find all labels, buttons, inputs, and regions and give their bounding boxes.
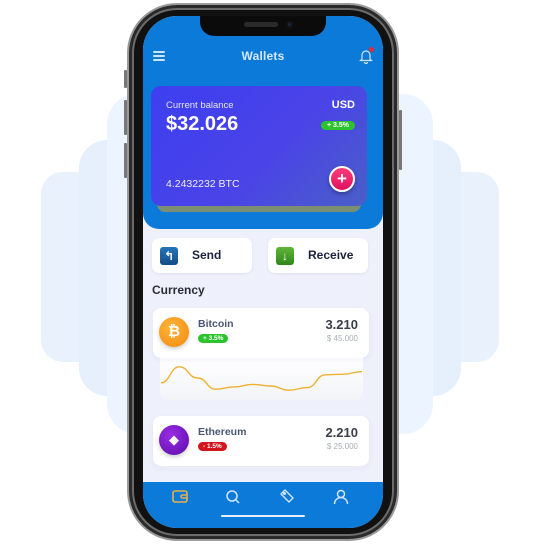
tag-icon bbox=[280, 489, 294, 503]
notification-dot bbox=[369, 47, 374, 52]
send-label: Send bbox=[192, 248, 222, 262]
tab-profile[interactable] bbox=[329, 487, 353, 507]
phone-power-button bbox=[399, 110, 402, 170]
bitcoin-icon: ₿ bbox=[159, 317, 189, 347]
bottom-tab-bar bbox=[143, 482, 383, 528]
wallet-icon bbox=[172, 490, 188, 503]
bitcoin-sparkline bbox=[160, 366, 363, 391]
speaker-grille bbox=[244, 22, 278, 27]
coin-item-bitcoin[interactable]: ₿ Bitcoin + 3.5% 3.210 $ 45.000 bbox=[153, 308, 369, 358]
coin-name: Ethereum bbox=[198, 426, 247, 438]
coin-usd-value: $ 25.000 bbox=[326, 442, 358, 451]
user-profile-icon bbox=[333, 489, 349, 505]
phone-screen: Wallets Current balance $32.026 USD + 3.… bbox=[143, 16, 383, 528]
page-title: Wallets bbox=[241, 49, 285, 63]
coin-change-badge: + 3.5% bbox=[198, 334, 229, 343]
receive-arrow-down-icon: ↓ bbox=[276, 247, 294, 265]
receive-button[interactable]: ↓ Receive bbox=[268, 238, 368, 273]
top-bar: Wallets bbox=[143, 46, 383, 68]
coin-amount: 2.210 bbox=[325, 425, 358, 440]
tab-wallet[interactable] bbox=[168, 487, 192, 507]
btc-balance: 4.2432232 BTC bbox=[166, 178, 240, 190]
home-indicator bbox=[221, 515, 305, 517]
balance-amount: $32.026 bbox=[166, 113, 239, 135]
sparkline-line bbox=[160, 366, 363, 391]
balance-change-badge: + 3.5% bbox=[321, 121, 355, 130]
send-button[interactable]: ↰ Send bbox=[152, 238, 252, 273]
tab-search[interactable] bbox=[221, 487, 245, 507]
search-icon bbox=[226, 490, 240, 504]
phone-notch bbox=[200, 16, 326, 36]
coin-change-badge: - 1.5% bbox=[198, 442, 227, 451]
balance-card[interactable]: Current balance $32.026 USD + 3.5% 4.243… bbox=[151, 86, 367, 206]
coin-amount: 3.210 bbox=[325, 317, 358, 332]
tab-tags[interactable] bbox=[275, 487, 299, 507]
coin-usd-value: $ 45.000 bbox=[326, 334, 358, 343]
add-funds-button[interactable]: + bbox=[329, 166, 355, 192]
balance-label: Current balance bbox=[166, 100, 234, 111]
currency-section-title: Currency bbox=[152, 283, 205, 297]
notification-bell-icon[interactable] bbox=[359, 47, 374, 65]
receive-label: Receive bbox=[308, 248, 354, 262]
send-arrow-up-icon: ↰ bbox=[160, 247, 178, 265]
coin-name: Bitcoin bbox=[198, 318, 234, 330]
front-camera bbox=[286, 21, 293, 28]
ethereum-icon: ◆ bbox=[159, 425, 189, 455]
coin-item-ethereum[interactable]: ◆ Ethereum - 1.5% 2.210 $ 25.000 bbox=[153, 416, 369, 466]
bitcoin-sparkline-panel bbox=[160, 356, 363, 400]
currency-selector[interactable]: USD bbox=[332, 99, 355, 111]
